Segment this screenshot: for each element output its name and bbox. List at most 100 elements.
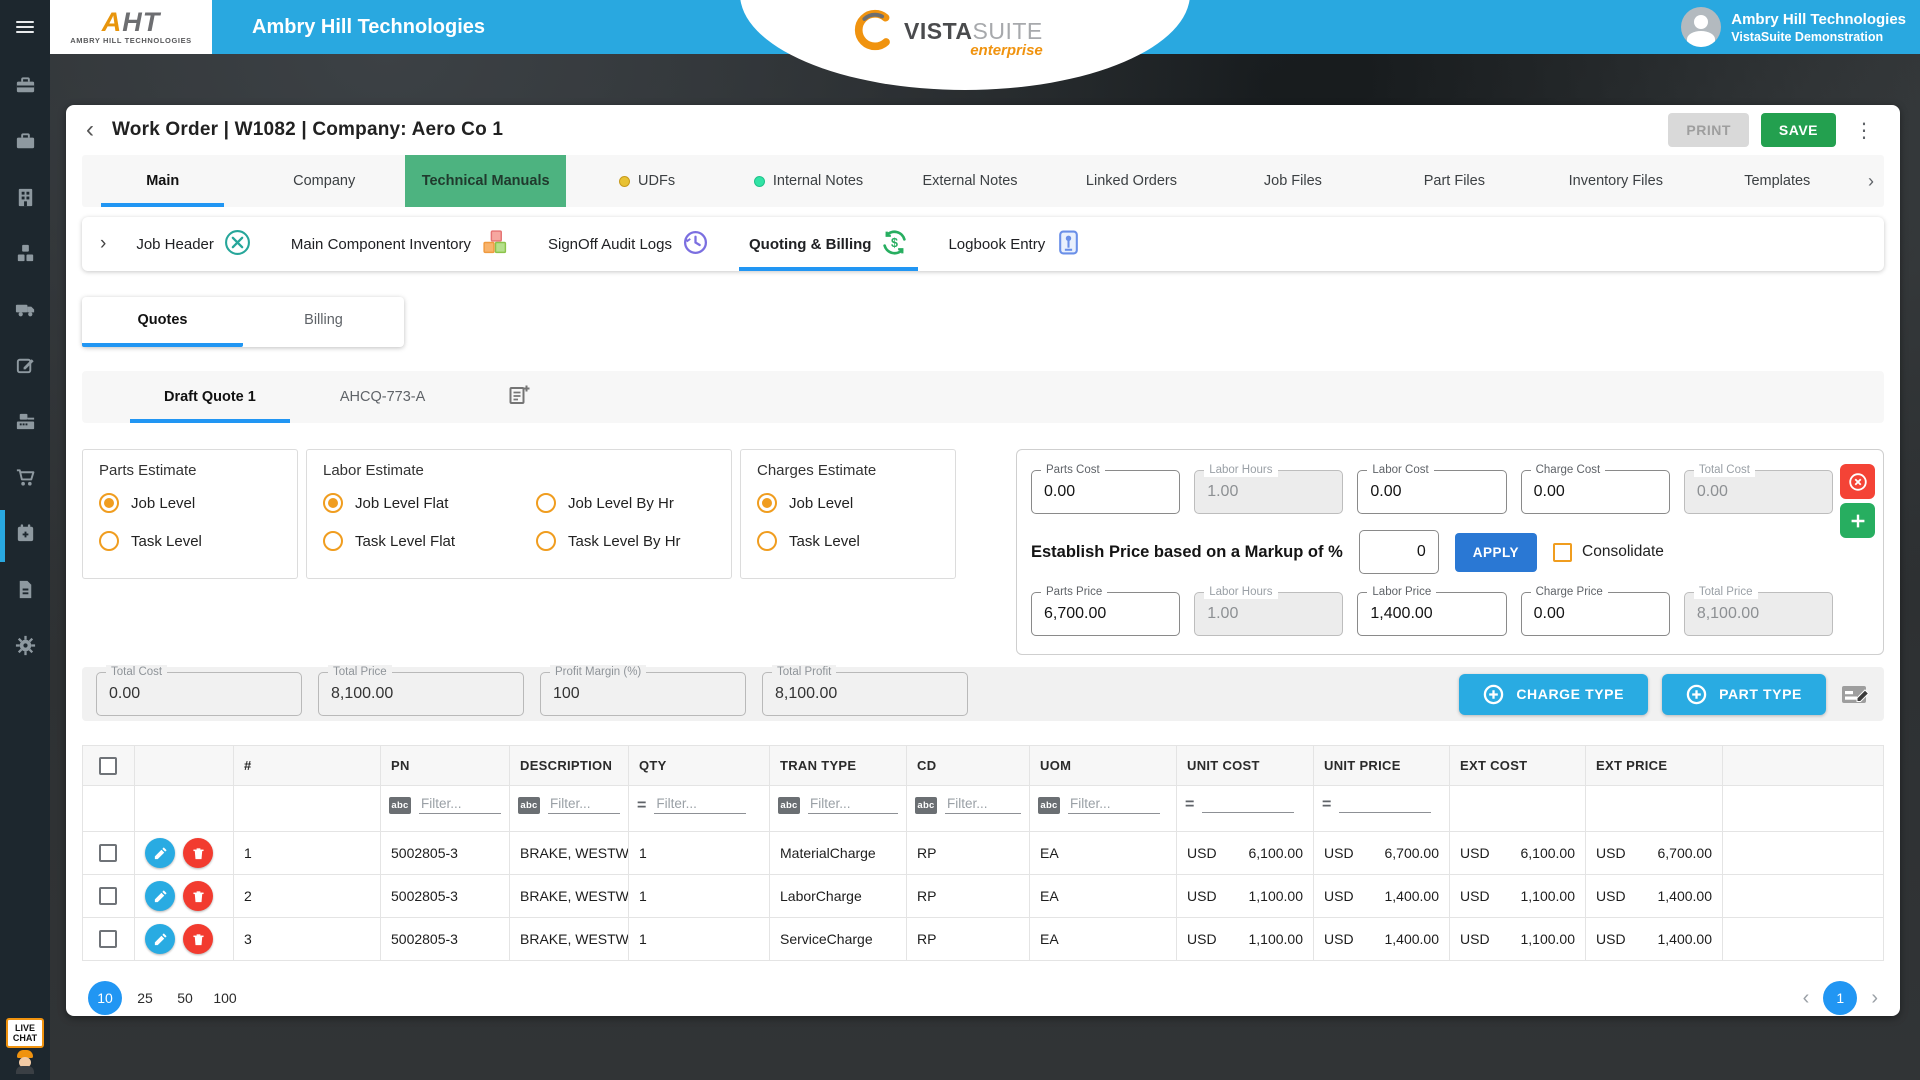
tab-quotes[interactable]: Quotes	[82, 297, 243, 347]
back-icon[interactable]: ‹	[86, 119, 112, 141]
parts-cost-field[interactable]: Parts Cost0.00	[1031, 470, 1180, 514]
tab-part-files[interactable]: Part Files	[1374, 155, 1535, 207]
cd-column-header[interactable]: CD	[907, 746, 1030, 786]
charges-job-level-radio[interactable]: Job Level	[757, 493, 939, 513]
tab-technical-manuals[interactable]: Technical Manuals	[405, 155, 566, 207]
sidebar-item-inventory[interactable]	[0, 234, 50, 278]
delete-quote-button[interactable]	[1840, 464, 1875, 499]
current-page-button[interactable]: 1	[1823, 981, 1857, 1015]
save-button[interactable]: SAVE	[1761, 113, 1836, 147]
unit-cost-column-header[interactable]: UNIT COST	[1177, 746, 1314, 786]
print-button[interactable]: PRINT	[1668, 113, 1749, 147]
edit-row-button[interactable]	[145, 924, 175, 954]
ext-cost-column-header[interactable]: EXT COST	[1450, 746, 1586, 786]
sidebar-item-documents[interactable]	[0, 570, 50, 614]
tab-company[interactable]: Company	[243, 155, 404, 207]
add-part-type-button[interactable]: PART TYPE	[1662, 674, 1826, 715]
sidebar-item-settings[interactable]	[0, 626, 50, 670]
delete-row-button[interactable]	[183, 838, 213, 868]
text-filter-icon[interactable]: abc	[389, 797, 411, 814]
uom-filter-input[interactable]: Filter...	[1068, 796, 1160, 814]
page-size-10[interactable]: 10	[88, 981, 122, 1015]
description-filter-input[interactable]: Filter...	[548, 796, 620, 814]
row-checkbox[interactable]	[99, 844, 117, 862]
page-size-25[interactable]: 25	[128, 981, 162, 1015]
edit-grid-icon[interactable]	[1840, 681, 1870, 707]
tab-draft-quote-1[interactable]: Draft Quote 1	[122, 371, 298, 423]
more-options-icon[interactable]: ⋮	[1848, 118, 1880, 143]
labor-task-level-by-hr-radio[interactable]: Task Level By Hr	[536, 531, 715, 551]
apply-button[interactable]: APPLY	[1455, 533, 1537, 572]
parts-job-level-radio[interactable]: Job Level	[99, 493, 281, 513]
sidebar-item-purchasing[interactable]	[0, 458, 50, 502]
previous-page-chevron-icon[interactable]: ‹	[1803, 988, 1810, 1008]
markup-percent-input[interactable]: 0	[1359, 530, 1439, 574]
ext-price-column-header[interactable]: EXT PRICE	[1586, 746, 1723, 786]
num-column-header[interactable]: #	[234, 746, 381, 786]
consolidate-option[interactable]: Consolidate	[1553, 543, 1664, 562]
edit-row-button[interactable]	[145, 838, 175, 868]
sidebar-item-pos[interactable]	[0, 402, 50, 446]
qty-column-header[interactable]: QTY	[629, 746, 770, 786]
subnav-quoting-billing[interactable]: Quoting & Billing $	[733, 217, 924, 271]
page-size-100[interactable]: 100	[208, 981, 242, 1015]
tabs-overflow-chevron-icon[interactable]: ›	[1858, 155, 1884, 207]
edit-row-button[interactable]	[145, 881, 175, 911]
uom-column-header[interactable]: UOM	[1030, 746, 1177, 786]
labor-task-level-flat-radio[interactable]: Task Level Flat	[323, 531, 502, 551]
delete-row-button[interactable]	[183, 881, 213, 911]
add-charge-type-button[interactable]: CHARGE TYPE	[1459, 674, 1648, 715]
tran-type-column-header[interactable]: TRAN TYPE	[770, 746, 907, 786]
consolidate-checkbox[interactable]	[1553, 543, 1572, 562]
tran-type-filter-input[interactable]: Filter...	[808, 796, 898, 814]
labor-job-level-flat-radio[interactable]: Job Level Flat	[323, 493, 502, 513]
unit-cost-filter-input[interactable]	[1202, 810, 1294, 813]
subnav-signoff-audit-logs[interactable]: SignOff Audit Logs	[532, 217, 725, 271]
tab-linked-orders[interactable]: Linked Orders	[1051, 155, 1212, 207]
parts-price-field[interactable]: Parts Price6,700.00	[1031, 592, 1180, 636]
unit-price-column-header[interactable]: UNIT PRICE	[1314, 746, 1450, 786]
sidebar-item-company[interactable]	[0, 178, 50, 222]
tab-inventory-files[interactable]: Inventory Files	[1535, 155, 1696, 207]
row-checkbox[interactable]	[99, 887, 117, 905]
charges-task-level-radio[interactable]: Task Level	[757, 531, 939, 551]
subnav-job-header[interactable]: Job Header	[120, 217, 267, 271]
cd-filter-input[interactable]: Filter...	[945, 796, 1021, 814]
tab-templates[interactable]: Templates	[1697, 155, 1858, 207]
equals-filter-icon[interactable]: =	[1185, 796, 1194, 813]
parts-task-level-radio[interactable]: Task Level	[99, 531, 281, 551]
charge-price-field[interactable]: Charge Price0.00	[1521, 592, 1670, 636]
tab-external-notes[interactable]: External Notes	[889, 155, 1050, 207]
user-menu[interactable]: Ambry Hill Technologies VistaSuite Demon…	[1681, 7, 1906, 47]
labor-price-field[interactable]: Labor Price1,400.00	[1357, 592, 1506, 636]
tab-main[interactable]: Main	[82, 155, 243, 207]
labor-job-level-by-hr-radio[interactable]: Job Level By Hr	[536, 493, 715, 513]
aht-logo[interactable]: AHT AMBRY HILL TECHNOLOGIES	[50, 0, 212, 54]
tab-udfs[interactable]: UDFs	[566, 155, 727, 207]
text-filter-icon[interactable]: abc	[915, 797, 937, 814]
hamburger-menu-icon[interactable]	[0, 0, 50, 54]
subnav-main-component-inventory[interactable]: Main Component Inventory	[275, 217, 524, 271]
sidebar-item-workorders[interactable]	[0, 66, 50, 110]
qty-filter-input[interactable]: Filter...	[654, 796, 746, 814]
next-page-chevron-icon[interactable]: ›	[1871, 988, 1878, 1008]
tab-billing[interactable]: Billing	[243, 297, 404, 347]
subnav-logbook-entry[interactable]: Logbook Entry	[932, 217, 1098, 271]
pn-filter-input[interactable]: Filter...	[419, 796, 501, 814]
tab-job-files[interactable]: Job Files	[1212, 155, 1373, 207]
text-filter-icon[interactable]: abc	[518, 797, 540, 814]
sidebar-item-quotes[interactable]	[0, 346, 50, 390]
tab-internal-notes[interactable]: Internal Notes	[728, 155, 889, 207]
add-quote-button[interactable]	[467, 371, 571, 423]
row-checkbox[interactable]	[99, 930, 117, 948]
text-filter-icon[interactable]: abc	[1038, 797, 1060, 814]
sidebar-item-jobs[interactable]	[0, 122, 50, 166]
labor-cost-field[interactable]: Labor Cost0.00	[1357, 470, 1506, 514]
page-size-50[interactable]: 50	[168, 981, 202, 1015]
description-column-header[interactable]: DESCRIPTION	[510, 746, 629, 786]
add-line-button[interactable]	[1840, 503, 1875, 538]
equals-filter-icon[interactable]: =	[1322, 796, 1331, 813]
sidebar-item-shipping[interactable]	[0, 290, 50, 334]
select-all-checkbox[interactable]	[99, 757, 117, 775]
subnav-expand-chevron-icon[interactable]: ›	[94, 217, 112, 271]
